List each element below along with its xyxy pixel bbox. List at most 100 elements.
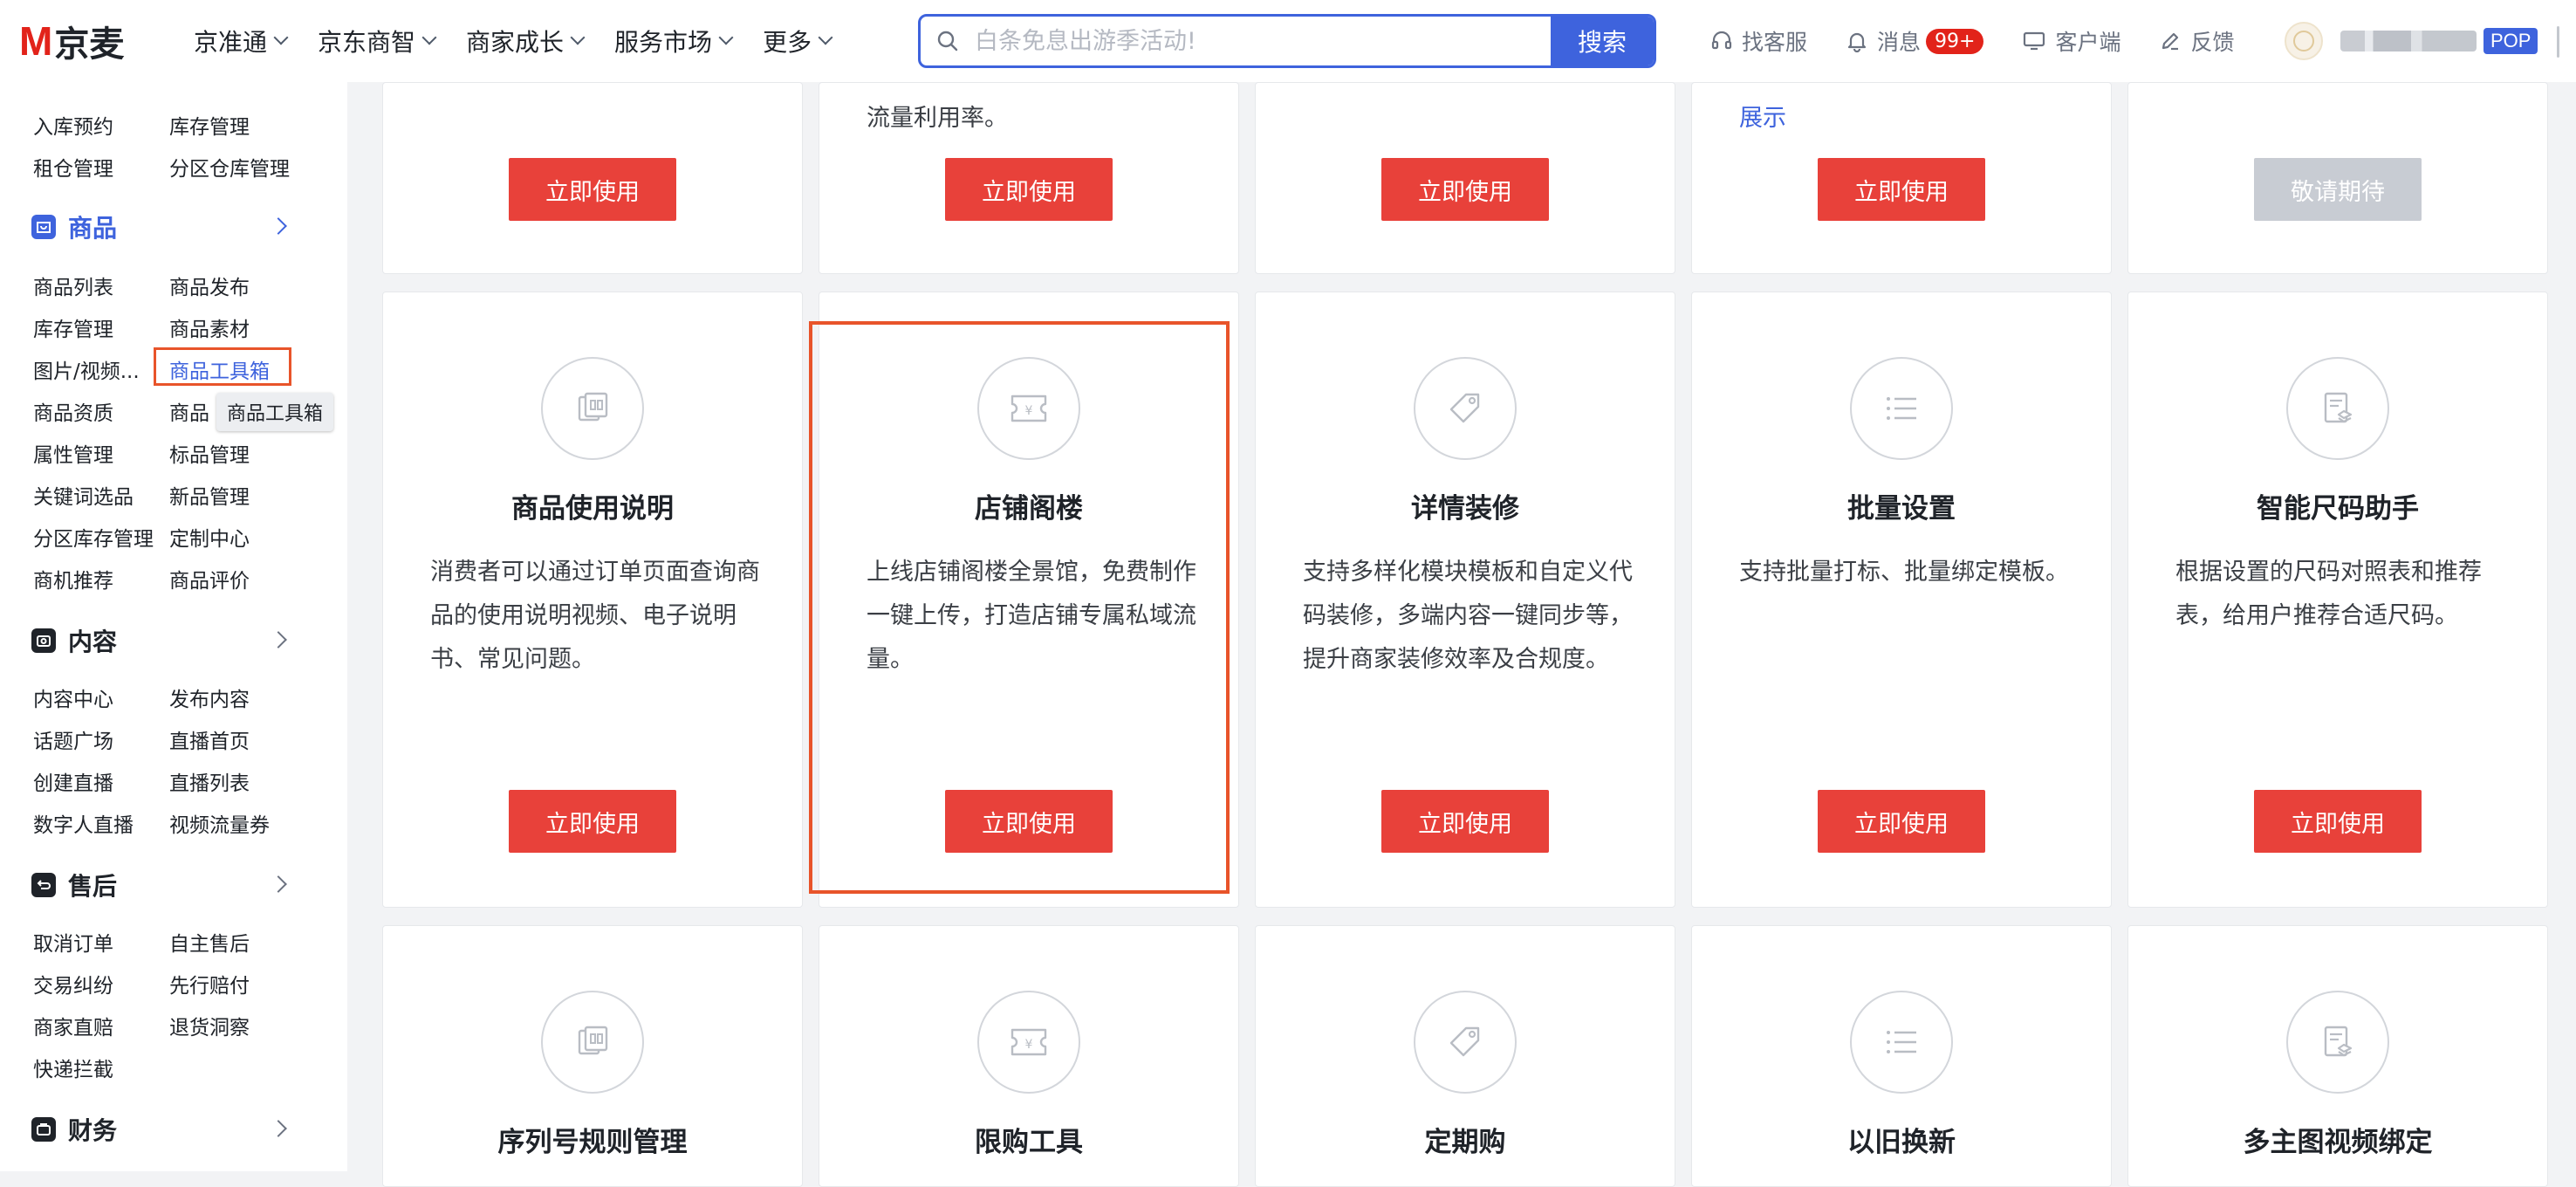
sidebar-link-publish-content[interactable]: 发布内容 [169,683,250,712]
sidebar-section-content[interactable]: 内容 [31,623,117,658]
client-app-label: 客户端 [2055,30,2121,55]
nav-item-shangzhi[interactable]: 京东商智 [318,19,437,63]
sidebar-link-live-home[interactable]: 直播首页 [169,724,250,754]
tool-card-detail-decoration: 详情装修 支持多样化模块模板和自定义代码装修，多端内容一键同步等，提升商家装修效… [1255,292,1675,908]
nav-item-jingzhuntong[interactable]: 京准通 [194,19,289,63]
sidebar-link-live-list[interactable]: 直播列表 [169,766,250,796]
sidebar-link-zone-warehouse[interactable]: 分区仓库管理 [169,152,290,182]
nav-label: 京东商智 [318,28,416,57]
card-desc-link[interactable]: 展示 [1739,99,1786,133]
sidebar-link-product-material[interactable]: 商品素材 [169,312,250,342]
search-bar: 搜索 [918,14,1656,68]
use-now-button[interactable]: 立即使用 [509,158,676,221]
sidebar-link-topic-square[interactable]: 话题广场 [33,724,113,754]
card-title: 详情装修 [1411,493,1519,525]
chevron-right-icon[interactable] [270,217,287,235]
sidebar-link-product-truncated[interactable]: 商品 [169,396,209,426]
sidebar-section-title: 财务 [68,1116,118,1145]
sidebar-link-cancel-order[interactable]: 取消订单 [33,927,113,957]
tool-card: 敬请期待 [2127,82,2548,274]
search-button[interactable]: 搜索 [1551,17,1654,65]
sidebar-link-product-review[interactable]: 商品评价 [169,564,250,594]
toolbox-tooltip: 商品工具箱 [216,393,334,431]
nav-item-growth[interactable]: 商家成长 [466,19,586,63]
sidebar: 入库预约 库存管理 租仓管理 分区仓库管理 商品 商品列表 商品发布 库存管理 … [0,82,347,1171]
sidebar-link-new-product[interactable]: 新品管理 [169,480,250,510]
nav-item-service-market[interactable]: 服务市场 [614,19,734,63]
sidebar-link-return-insight[interactable]: 退货洞察 [169,1011,250,1040]
coming-soon-button: 敬请期待 [2254,158,2422,221]
nav-item-more[interactable]: 更多 [763,19,833,63]
svg-text:¥: ¥ [1025,1038,1033,1052]
sidebar-link-standard-product[interactable]: 标品管理 [169,438,250,468]
sidebar-link-merchant-compensation[interactable]: 商家直赔 [33,1011,113,1040]
tool-card-size-assistant: 智能尺码助手 根据设置的尺码对照表和推荐表，给用户推荐合适尺码。 立即使用 [2127,292,2548,908]
sidebar-link-product-qualification[interactable]: 商品资质 [33,396,113,426]
sidebar-section-finance[interactable]: 财务 [31,1112,117,1147]
sidebar-section-after-sale[interactable]: 售后 [31,868,117,902]
chevron-down-icon [570,30,586,45]
use-now-button[interactable]: 立即使用 [1381,158,1549,221]
sidebar-link-stock-management[interactable]: 库存管理 [33,312,113,342]
messages-label: 消息 [1877,30,1922,55]
sidebar-link-trade-dispute[interactable]: 交易纠纷 [33,969,113,998]
sidebar-link-rent-warehouse[interactable]: 租仓管理 [33,152,113,182]
sidebar-link-custom-center[interactable]: 定制中心 [169,522,250,552]
feedback-button[interactable]: 反馈 [2159,25,2235,57]
after-sale-icon [31,873,56,897]
client-app-button[interactable]: 客户端 [2022,25,2120,57]
chevron-right-icon[interactable] [270,1120,287,1137]
nav-label: 京准通 [194,28,268,57]
manual-icon [541,991,644,1094]
avatar [2285,22,2323,60]
wallet-icon [31,1117,56,1142]
customer-service-button[interactable]: 找客服 [1710,25,1807,57]
use-now-button[interactable]: 立即使用 [1381,790,1549,853]
search-input[interactable] [975,17,1551,65]
sidebar-link-create-live[interactable]: 创建直播 [33,766,113,796]
messages-button[interactable]: 消息 99+ [1846,25,1984,57]
chevron-right-icon[interactable] [270,875,287,893]
jingmai-logo[interactable]: M 京麦 [19,18,125,65]
use-now-button[interactable]: 立即使用 [1818,790,1985,853]
sidebar-link-zone-stock[interactable]: 分区库存管理 [33,522,154,552]
tool-card-purchase-limit: ¥ 限购工具 [819,925,1239,1187]
tool-card-subscription: 定期购 [1255,925,1675,1187]
sidebar-link-digital-human-live[interactable]: 数字人直播 [33,808,134,838]
header-tools: 找客服 消息 99+ 客户端 反馈 [1710,19,2273,63]
use-now-button[interactable]: 立即使用 [2254,790,2422,853]
pop-tag: POP [2484,28,2538,54]
sidebar-section-product[interactable]: 商品 [31,209,117,244]
chevron-down-icon [421,30,437,45]
sidebar-link-opportunity[interactable]: 商机推荐 [33,564,113,594]
sidebar-link-inventory[interactable]: 库存管理 [169,110,250,140]
chevron-down-icon [718,30,734,45]
sidebar-link-express-intercept[interactable]: 快递拦截 [33,1053,113,1082]
card-title: 多主图视频绑定 [2243,1127,2433,1158]
top-navigation-bar: M 京麦 京准通 京东商智 商家成长 服务市场 更多 搜索 找客服 消息 99+… [0,0,2576,82]
toolbox-highlight-box [154,347,291,386]
sidebar-link-self-after-sale[interactable]: 自主售后 [169,927,250,957]
tool-card-serial-rule: 序列号规则管理 [382,925,803,1187]
use-now-button[interactable]: 立即使用 [945,158,1113,221]
sidebar-link-image-video[interactable]: 图片/视频... [33,354,140,384]
sidebar-link-content-center[interactable]: 内容中心 [33,683,113,712]
list-icon [1850,991,1953,1094]
card-description: 支持多样化模块模板和自定义代码装修，多端内容一键同步等，提升商家装修效率及合规度… [1303,559,1633,673]
chevron-down-icon [273,30,289,45]
sidebar-link-product-list[interactable]: 商品列表 [33,271,113,300]
user-menu[interactable]: POP [2285,19,2538,63]
card-title: 定期购 [1424,1127,1506,1158]
chevron-right-icon[interactable] [270,631,287,648]
sidebar-link-attribute-management[interactable]: 属性管理 [33,438,113,468]
use-now-button[interactable]: 立即使用 [1818,158,1985,221]
sidebar-link-inbound-appointment[interactable]: 入库预约 [33,110,113,140]
sidebar-link-advance-compensation[interactable]: 先行赔付 [169,969,250,998]
logo-text: 京麦 [54,24,125,65]
sidebar-link-keyword-selection[interactable]: 关键词选品 [33,480,134,510]
sidebar-section-title: 售后 [68,872,118,901]
sidebar-link-product-publish[interactable]: 商品发布 [169,271,250,300]
card-description: 根据设置的尺码对照表和推荐表，给用户推荐合适尺码。 [2175,559,2482,629]
sidebar-link-video-traffic-coupon[interactable]: 视频流量券 [169,808,270,838]
use-now-button[interactable]: 立即使用 [509,790,676,853]
